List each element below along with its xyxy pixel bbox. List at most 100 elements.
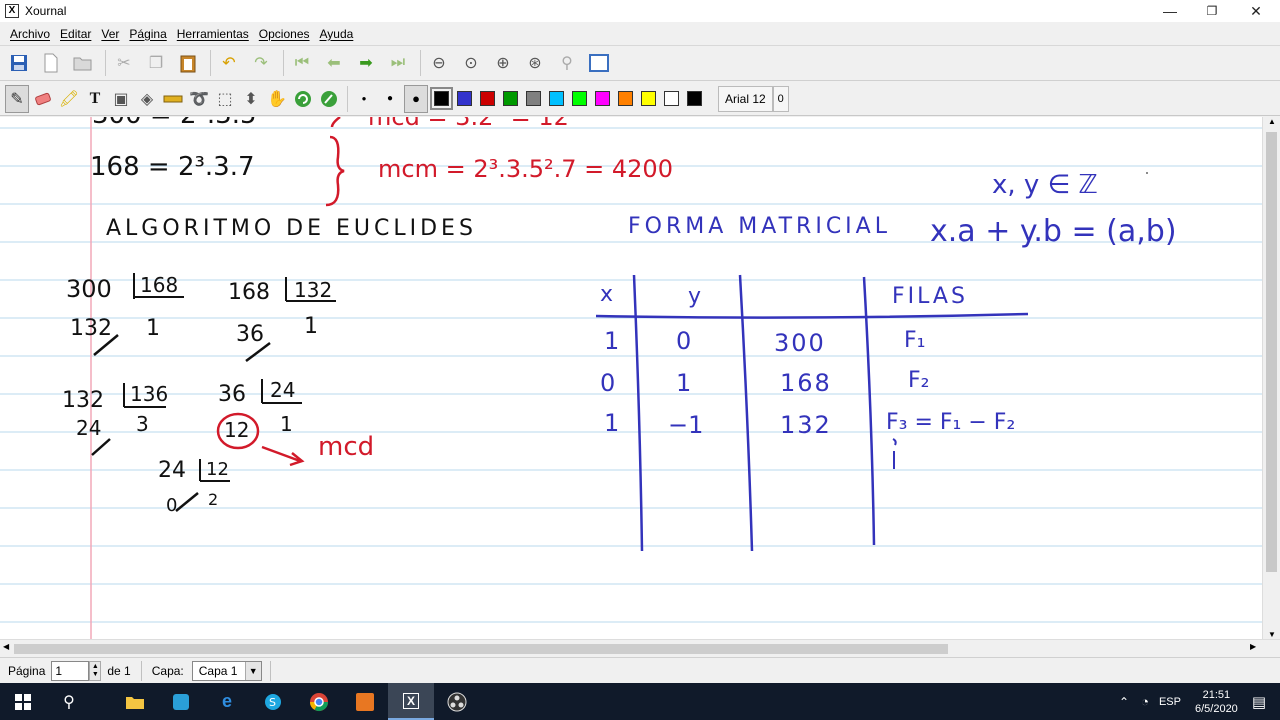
color-swatch[interactable] [526,91,541,106]
horizontal-scrollbar[interactable]: ◀ ▶ [0,639,1280,657]
color-swatch[interactable] [457,91,472,106]
layer-select[interactable]: Capa 1 ▼ [191,660,262,681]
select-rectangle-button[interactable]: ⬚ [213,85,237,113]
division3-quotient: 3 [136,412,149,436]
spin-down-icon[interactable]: ▼ [92,671,99,679]
notifications-icon[interactable]: ▤ [1252,693,1266,711]
zoom-normal-button[interactable]: ⊙ [457,49,485,77]
division1-divisor: 168 [140,273,178,297]
taskbar-teams[interactable] [158,683,204,720]
taskbar-edge[interactable]: e [204,683,250,720]
color-swatch[interactable] [595,91,610,106]
minimize-button[interactable]: — [1148,0,1192,22]
color-swatch[interactable] [664,91,679,106]
page-canvas[interactable]: 300 = 2².3.5² mcd = 3.2² = 12 168 = 2³.3… [0,117,1262,639]
text-tool-button[interactable]: T [83,85,107,113]
first-page-button[interactable]: ⏮ [288,49,316,77]
thickness-thick-button[interactable]: ● [404,84,428,113]
ruler-button[interactable] [161,85,185,113]
color-swatch[interactable] [430,87,453,110]
page-width-button[interactable]: ⊛ [521,49,549,77]
undo-button[interactable]: ↶ [215,49,243,77]
default-tools-button[interactable] [291,85,315,113]
menu-editar[interactable]: Editar [55,27,96,41]
menu-ver[interactable]: Ver [96,27,124,41]
pen-stroke-partial [892,438,897,469]
color-swatch[interactable] [618,91,633,106]
font-size-button[interactable]: 0 [772,85,789,112]
next-page-button[interactable]: ➡ [352,49,380,77]
color-swatch[interactable] [503,91,518,106]
division5-dividend: 24 [158,458,186,483]
color-swatch[interactable] [549,91,564,106]
language-indicator[interactable]: ESP [1159,696,1181,708]
close-button[interactable]: ✕ [1234,0,1278,22]
xournal-icon: X [402,692,419,709]
color-swatch[interactable] [572,91,587,106]
row2-y: 1 [676,369,691,397]
font-button[interactable]: Arial 12 [718,85,773,112]
horizontal-scroll-thumb[interactable] [14,644,948,654]
thickness-medium-button[interactable]: ● [378,85,402,113]
new-document-button[interactable] [37,49,65,77]
select-region-button[interactable]: ➰ [187,85,211,113]
taskbar-file-explorer[interactable] [112,683,158,720]
scroll-right-icon[interactable]: ▶ [1250,642,1256,651]
clock[interactable]: 21:51 6/5/2020 [1195,688,1238,716]
taskbar-obs[interactable] [434,683,480,720]
division3-dividend: 132 [62,388,104,413]
paste-button[interactable] [174,49,202,77]
thickness-fine-button[interactable]: ● [352,85,376,113]
notebook-page: 300 = 2².3.5² mcd = 3.2² = 12 168 = 2³.3… [0,117,1262,639]
pen-tool-button[interactable]: ✎ [5,84,29,113]
taskbar-skype[interactable]: S [250,683,296,720]
menu-archivo[interactable]: Archivo [5,27,55,41]
highlighter-tool-button[interactable]: 🖍 [57,85,81,113]
maximize-button[interactable]: ❐ [1190,0,1234,22]
image-tool-button[interactable]: ▣ [109,85,133,113]
zoom-out-button[interactable]: ⊖ [425,49,453,77]
copy-button[interactable]: ❐ [142,49,170,77]
zoom-in-button[interactable]: ⊕ [489,49,517,77]
zoom-set-button[interactable]: ⚲ [553,49,581,77]
vertical-space-button[interactable]: ⬍ [239,85,263,113]
default-pen-button[interactable] [317,85,341,113]
spin-up-icon[interactable]: ▲ [92,663,99,671]
vertical-scroll-thumb[interactable] [1266,132,1277,572]
menu-herramientas[interactable]: Herramientas [172,27,254,41]
vertical-scrollbar[interactable]: ▲ ▼ [1262,117,1280,639]
open-button[interactable] [69,49,97,77]
cut-button[interactable]: ✂ [110,49,138,77]
taskbar-chrome[interactable] [296,683,342,720]
eraser-tool-button[interactable] [31,85,55,113]
menu-pagina[interactable]: Página [124,27,171,41]
division3-divisor: 136 [130,382,168,406]
network-icon[interactable]: ◔ [1141,694,1149,709]
taskbar-xournal[interactable]: X [388,683,434,720]
redo-button[interactable]: ↷ [247,49,275,77]
page-count-label: de 1 [107,663,131,678]
highlighter-icon: 🖍 [58,90,80,108]
previous-page-button[interactable]: ⬅ [320,49,348,77]
menu-ayuda[interactable]: Ayuda [315,27,359,41]
chevron-up-icon[interactable]: ⌃ [1119,695,1129,709]
search-button[interactable]: ⚲ [46,683,92,720]
save-button[interactable] [5,49,33,77]
color-swatch[interactable] [687,91,702,106]
last-page-button[interactable]: ⏭ [384,49,412,77]
page-number-input[interactable]: 1 [51,660,90,681]
color-swatch[interactable] [641,91,656,106]
color-swatch[interactable] [480,91,495,106]
taskbar-app-orange[interactable] [342,683,388,720]
division3-remainder: 24 [76,416,101,440]
scroll-down-icon[interactable]: ▼ [1268,630,1276,639]
pen-default-icon [321,90,337,107]
hand-tool-button[interactable]: ✋ [265,85,289,113]
fullscreen-button[interactable] [585,49,613,77]
scroll-left-icon[interactable]: ◀ [3,642,9,651]
scroll-up-icon[interactable]: ▲ [1268,117,1276,126]
shape-recognizer-button[interactable]: ◈ [135,85,159,113]
page-spinner[interactable]: ▲ ▼ [89,660,102,681]
start-button[interactable] [0,683,46,720]
menu-opciones[interactable]: Opciones [254,27,315,41]
